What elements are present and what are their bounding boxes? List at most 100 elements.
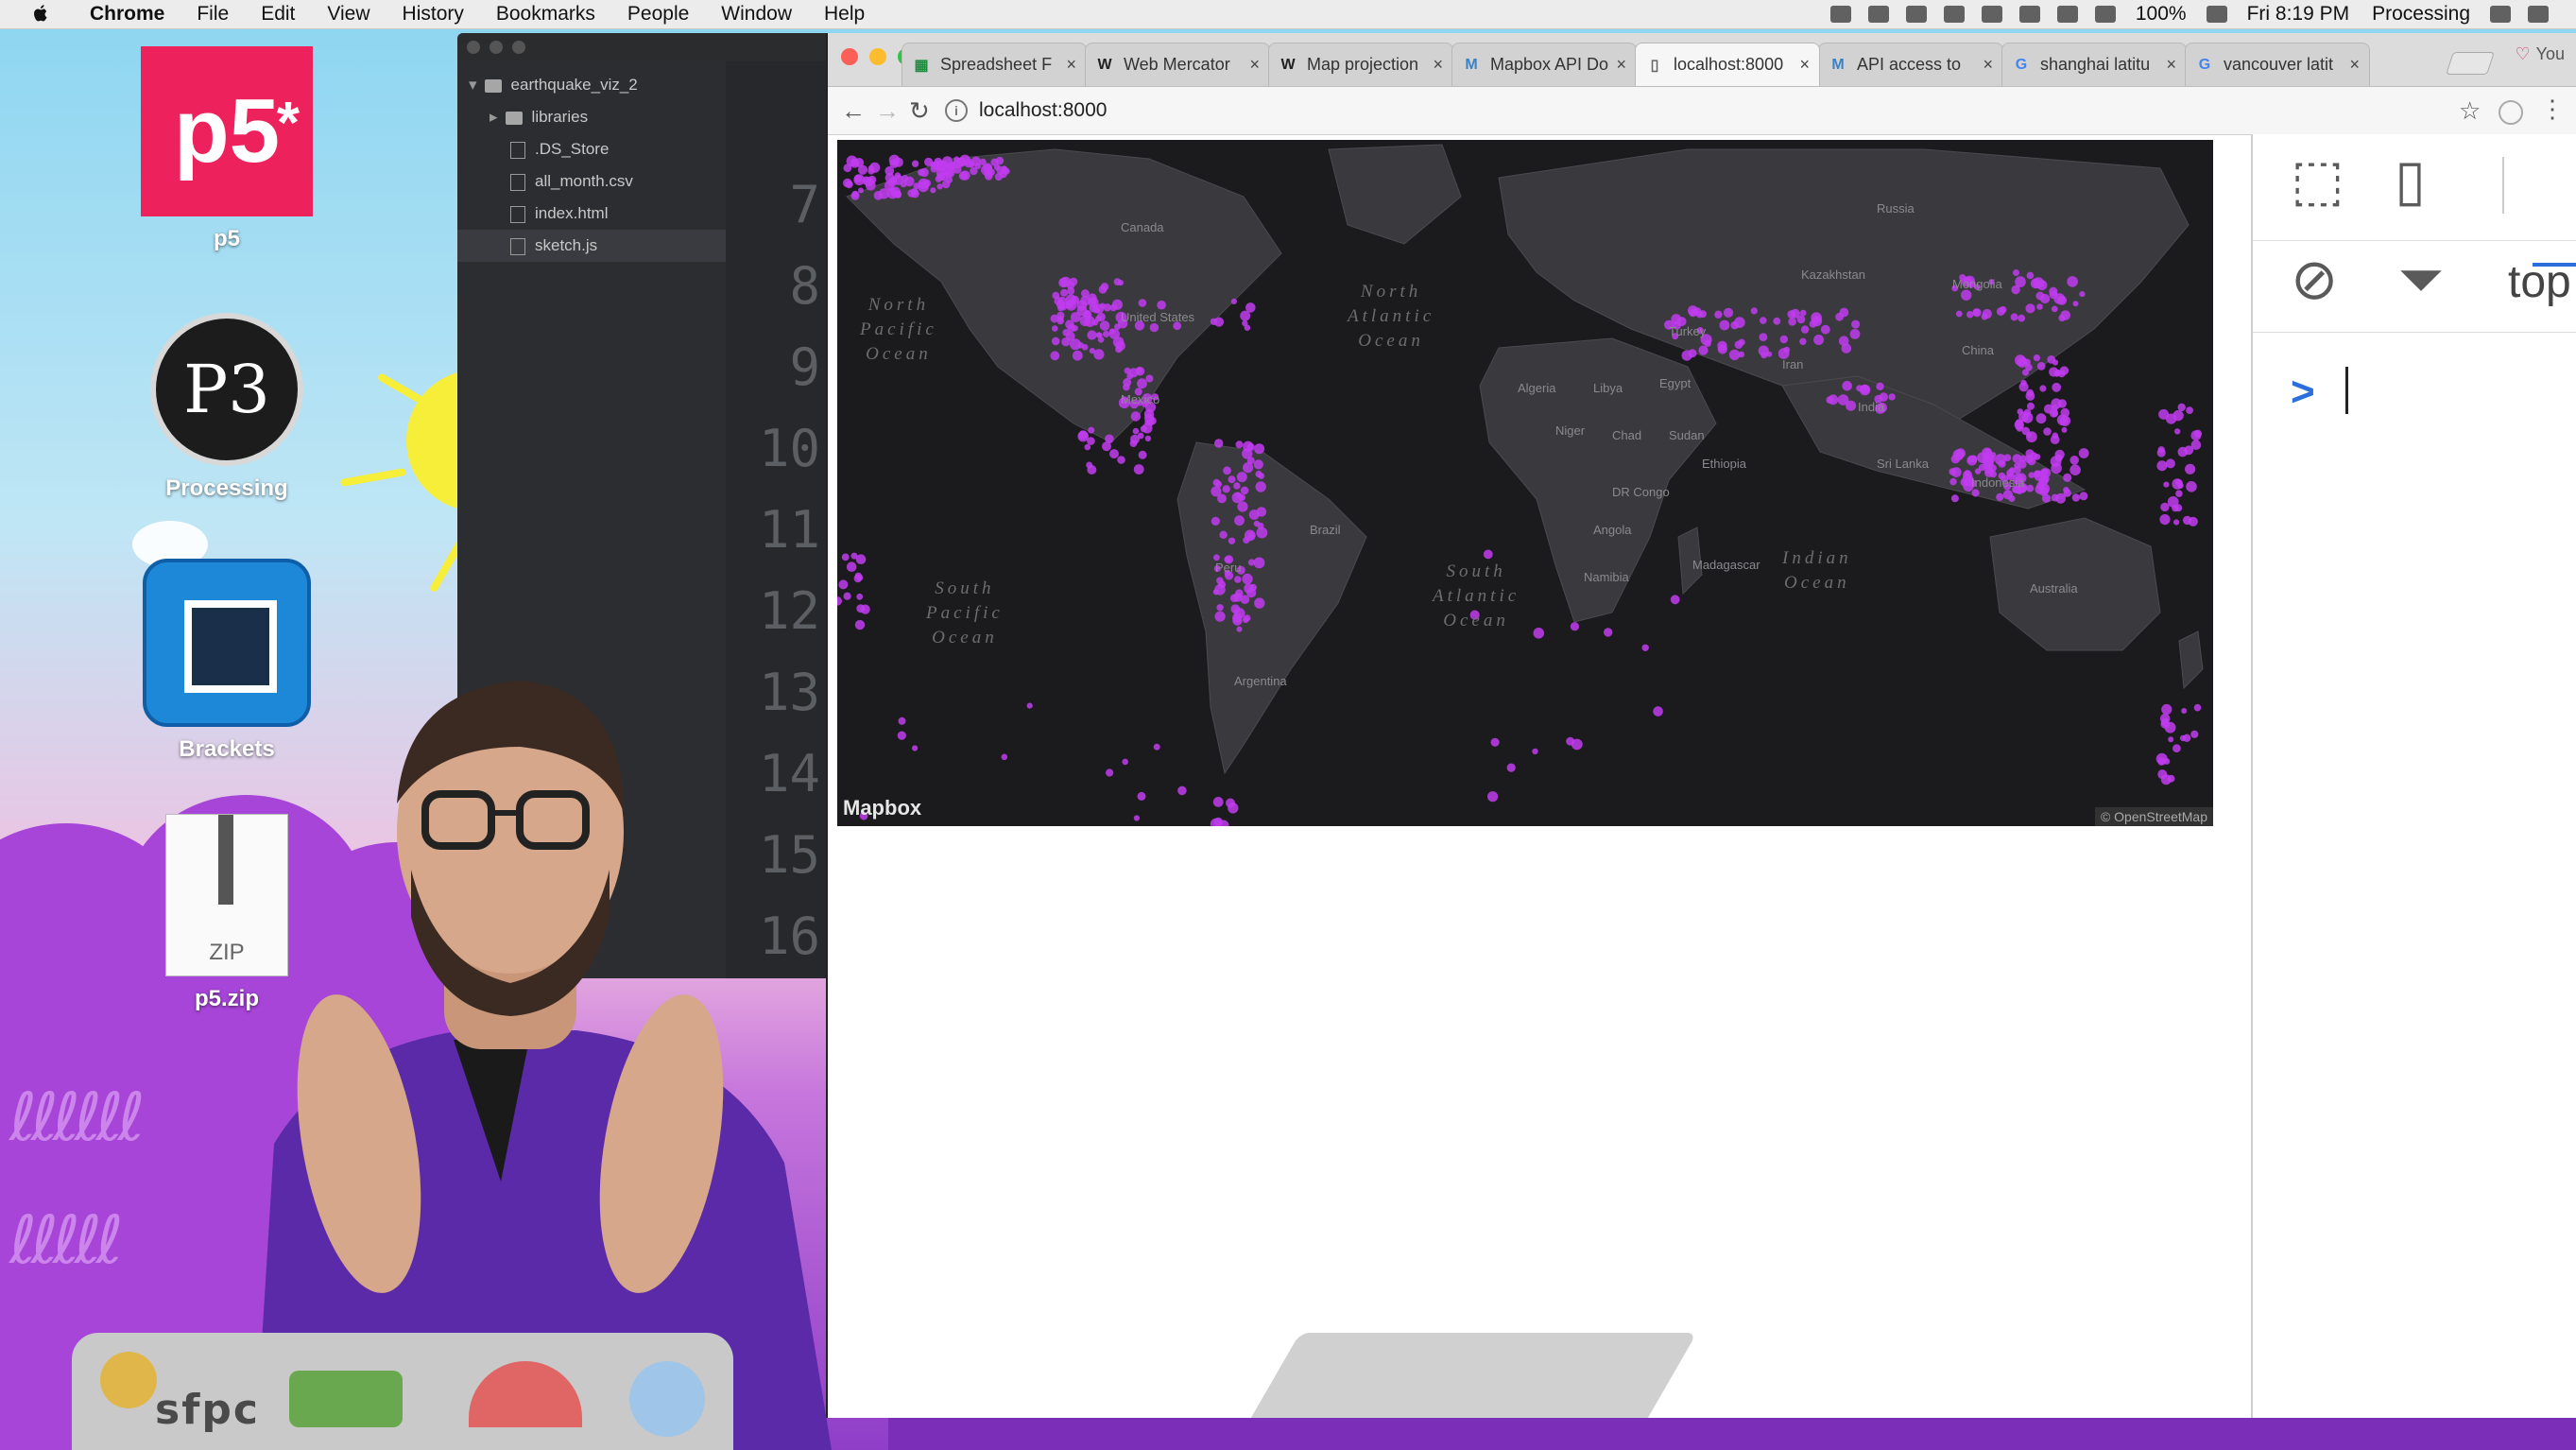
menu-kebab-icon[interactable]: ⋮ [2540,95,2565,124]
earthquake-dot [1247,559,1256,566]
map-attribution[interactable]: © OpenStreetMap [2094,807,2213,826]
minimize-icon[interactable] [489,41,503,54]
browser-tab[interactable]: ▯ localhost:8000 × [1635,43,1820,86]
battery-percent[interactable]: 100% [2136,3,2187,26]
close-icon[interactable]: × [1983,55,1993,75]
file-tree-item[interactable]: all_month.csv [457,165,726,198]
close-icon[interactable]: × [1433,55,1443,75]
volume-icon[interactable] [2094,6,2116,23]
earthquake-dot [1730,320,1739,330]
browser-tab[interactable]: ▦ Spreadsheet F × [902,43,1087,86]
earthquake-dot [1100,283,1109,291]
earthquake-dot [1216,604,1224,612]
earthquake-dot [1069,277,1078,286]
desktop-icon-p5[interactable]: p5 * p5 [123,46,331,252]
back-arrow-icon[interactable]: ← [841,96,866,126]
earthquake-dot [1838,336,1849,346]
menu-help[interactable]: Help [824,3,865,26]
wifi-icon[interactable] [2056,6,2078,23]
bluetooth-icon[interactable] [2018,6,2040,23]
country-label: United States [1121,310,1195,324]
window-minimize-icon[interactable] [869,48,886,65]
earthquake-dot [2039,385,2047,392]
earthquake-dot [911,160,919,167]
earthquake-dot [993,164,1001,171]
console-input[interactable] [2345,367,2348,414]
airplay-icon[interactable] [1943,6,1965,23]
earthquake-dot [1243,440,1254,452]
notification-center-icon[interactable] [2528,6,2549,23]
close-icon[interactable]: × [1799,55,1810,75]
browser-tab[interactable]: M Mapbox API Do × [1451,43,1637,86]
inspect-element-icon[interactable]: ⬚ [2291,147,2344,214]
file-tree-item[interactable]: .DS_Store [457,133,726,165]
spotlight-icon[interactable] [2490,6,2511,23]
menu-app-chrome[interactable]: Chrome [90,3,164,26]
bookmark-star-icon[interactable]: ☆ [2459,96,2481,126]
evernote-icon[interactable] [1905,6,1927,23]
close-icon[interactable]: × [1616,55,1626,75]
earthquake-dot [1233,482,1241,490]
menu-view[interactable]: View [327,3,369,26]
earthquake-dot [1235,492,1242,498]
earthquake-dot [1103,303,1111,312]
earthquake-dot [2026,484,2035,492]
earthquake-dot [1113,278,1122,285]
address-bar[interactable]: i localhost:8000 [945,95,2485,127]
earthquake-map[interactable]: North Pacific Ocean North Atlantic Ocean Sou… [837,140,2213,826]
earthquake-dot [918,168,925,177]
earthquake-dot [893,190,902,199]
menu-bookmarks[interactable]: Bookmarks [496,3,595,26]
extension-icon[interactable] [2499,100,2523,125]
clear-console-icon[interactable]: ⊘ [2291,247,2338,313]
profile-button[interactable]: ♡ You [2515,44,2565,64]
browser-tab[interactable]: Gvancouver latit × [2185,43,2370,86]
menu-history[interactable]: History [403,3,464,26]
browser-tab[interactable]: M API access to × [1818,43,2003,86]
info-icon[interactable]: i [945,99,968,122]
close-icon[interactable]: × [1249,55,1260,75]
close-icon[interactable] [467,41,480,54]
desktop-icon-processing[interactable]: P3 Processing [123,313,331,502]
new-tab-button[interactable] [2446,52,2495,75]
device-toolbar-icon[interactable]: ▯ [2395,147,2426,214]
earthquake-dot [1253,557,1265,569]
battery-icon[interactable] [2206,6,2227,23]
earthquake-dot [985,172,993,181]
google-icon: G [2015,56,2028,73]
screen-capture-icon[interactable] [1867,6,1889,23]
forward-arrow-icon[interactable]: → [875,96,900,126]
earthquake-dot [2052,432,2059,440]
menu-people[interactable]: People [627,3,689,26]
zoom-icon[interactable] [512,41,525,54]
url-text[interactable]: localhost:8000 [979,99,1107,122]
file-tree-item-selected[interactable]: sketch.js [457,230,726,262]
apple-icon[interactable] [26,4,53,25]
filter-icon[interactable]: ⏷ [2398,247,2444,313]
file-tree-item[interactable]: index.html [457,198,726,230]
window-close-icon[interactable] [841,48,858,65]
menubar-clock[interactable]: Fri 8:19 PM [2247,3,2350,26]
earthquake-dot [1253,459,1263,470]
close-icon[interactable]: × [2349,55,2360,75]
earthquake-dot [1966,455,1978,466]
close-icon[interactable]: × [2166,55,2176,75]
menubar-user[interactable]: Processing [2372,3,2470,26]
earthquake-dot [1095,332,1102,338]
dropbox-icon[interactable] [1829,6,1851,23]
browser-tab[interactable]: W Web Mercator × [1085,43,1270,86]
line-number: 9 [789,337,820,397]
menu-window[interactable]: Window [721,3,792,26]
file-tree-item[interactable]: ▸ libraries [457,101,726,133]
browser-tab[interactable]: W Map projection × [1268,43,1453,86]
browser-tab[interactable]: Gshanghai latitu × [2001,43,2187,86]
earthquake-dot [2036,303,2043,310]
close-icon[interactable]: × [1066,55,1076,75]
menu-edit[interactable]: Edit [261,3,295,26]
menu-file[interactable]: File [197,3,229,26]
landmass-south-america [1176,441,1367,775]
time-machine-icon[interactable] [1981,6,2002,23]
project-folder[interactable]: ▾ earthquake_viz_2 [457,69,726,101]
reload-icon[interactable]: ↻ [909,96,930,126]
tab-label: Web Mercator [1124,55,1230,74]
